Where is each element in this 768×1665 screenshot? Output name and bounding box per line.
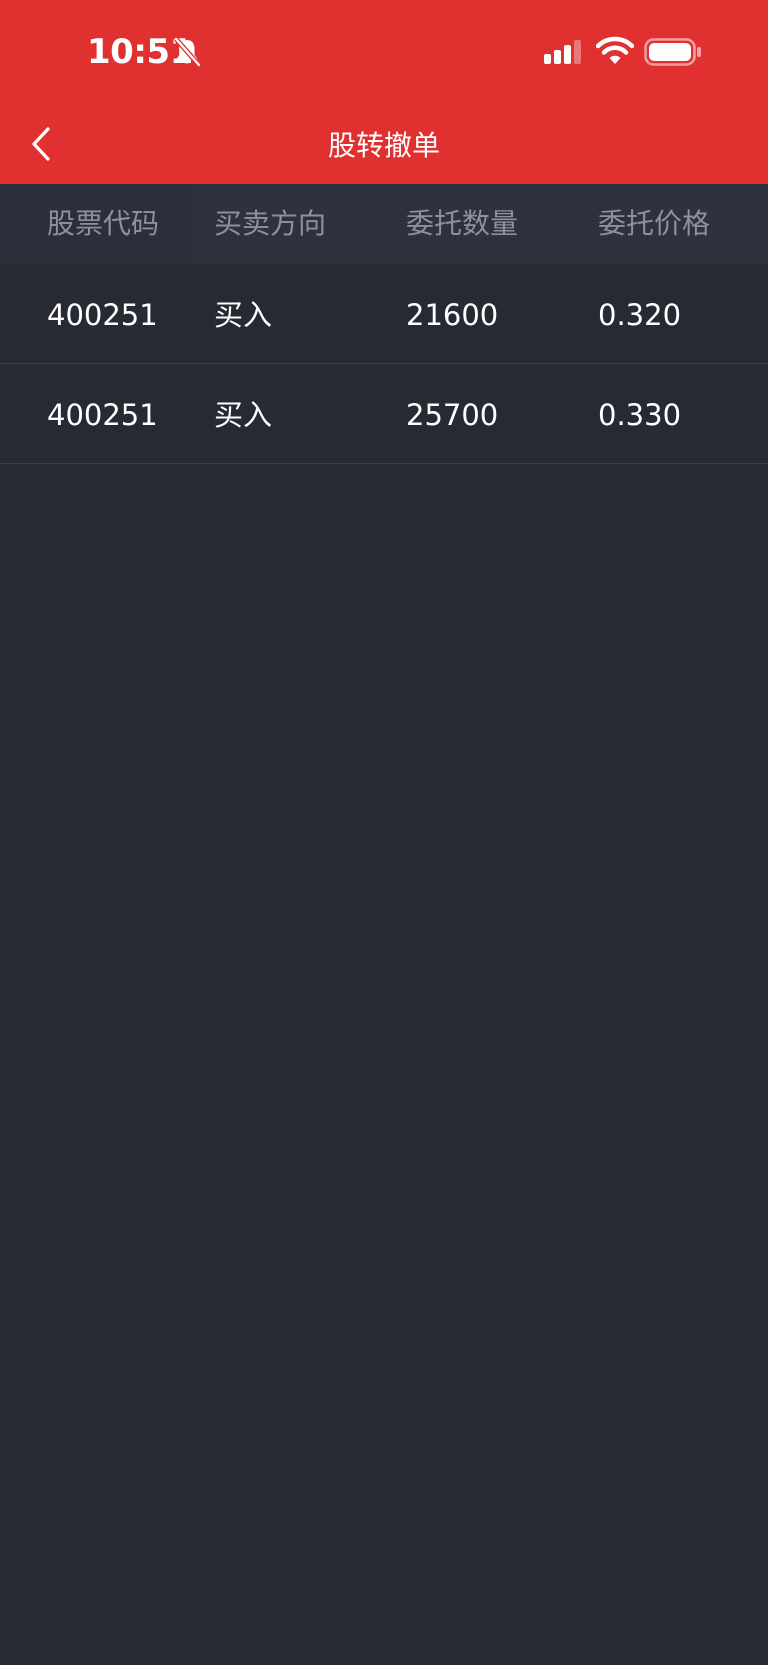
status-bar: 10:51 [0, 0, 768, 104]
column-header-price: 委托价格 [598, 207, 711, 240]
wifi-icon [596, 36, 634, 64]
chevron-left-icon [32, 127, 50, 161]
quantity-cell: 21600 [406, 298, 499, 332]
order-row[interactable]: 400251 买入 25700 0.330 [0, 364, 768, 464]
direction-cell: 买入 [214, 298, 273, 332]
bell-slash-icon [174, 37, 201, 67]
table-header: 股票代码 买卖方向 委托数量 委托价格 [0, 184, 768, 264]
column-header-stock-code: 股票代码 [47, 207, 160, 240]
battery-icon [644, 38, 701, 66]
stock-code-cell: 400251 [47, 298, 158, 332]
quantity-cell: 25700 [406, 398, 499, 432]
order-row[interactable]: 400251 买入 21600 0.320 [0, 264, 768, 364]
page-title: 股转撤单 [327, 129, 440, 162]
navigation-bar: 股转撤单 [0, 104, 768, 184]
price-cell: 0.330 [598, 398, 682, 432]
cellular-signal-icon [544, 40, 581, 64]
stock-code-cell: 400251 [47, 398, 158, 432]
order-list: 400251 买入 21600 0.320 400251 买入 25700 0.… [0, 264, 768, 464]
app-header: 10:51 股转撤单 [0, 0, 768, 184]
price-cell: 0.320 [598, 298, 682, 332]
direction-cell: 买入 [214, 398, 273, 432]
column-header-direction: 买卖方向 [214, 207, 327, 240]
column-header-quantity: 委托数量 [406, 207, 519, 240]
back-button[interactable] [14, 114, 74, 174]
